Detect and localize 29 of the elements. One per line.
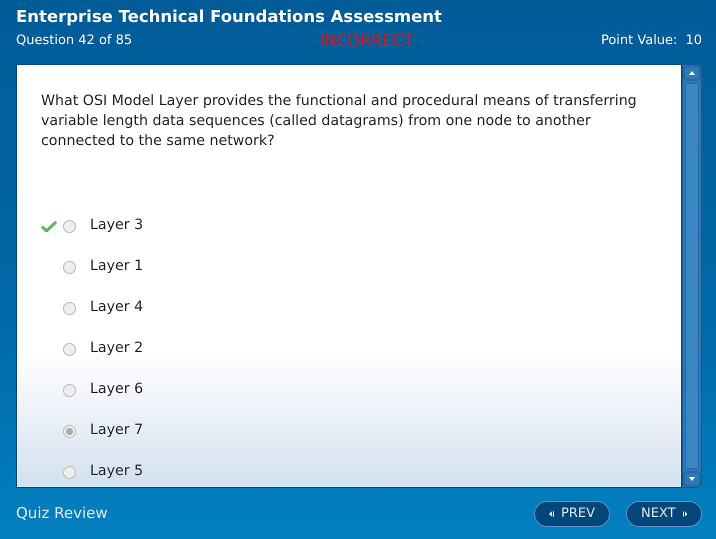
scroll-down-icon[interactable] [683, 471, 701, 487]
point-value-label: Point Value: [600, 32, 678, 50]
option-label[interactable]: Layer 2 [90, 338, 144, 360]
radio-button[interactable] [63, 466, 76, 478]
option-label[interactable]: Layer 4 [90, 297, 144, 319]
option-label[interactable]: Layer 3 [90, 215, 144, 237]
option-label[interactable]: Layer 1 [90, 256, 144, 278]
radio-button[interactable] [63, 220, 76, 232]
option-label[interactable]: Layer 5 [90, 461, 144, 483]
footer-label: Quiz Review [16, 503, 108, 524]
radio-button[interactable] [63, 424, 76, 438]
radio-button[interactable] [63, 384, 76, 396]
result-label: - INCORRECT - [308, 30, 424, 52]
radio-button[interactable] [63, 342, 76, 356]
option-label[interactable]: Layer 7 [90, 420, 144, 442]
point-value: 10 [685, 32, 702, 50]
previous-icon [549, 508, 554, 518]
prev-button[interactable]: PREV [534, 500, 610, 526]
question-counter: Question 42 of 85 [16, 32, 132, 50]
next-icon [682, 508, 687, 518]
question-text: What OSI Model Layer provides the functional and procedural means of transferring variable length data sequences (called datagrams) from one node to another connected to the same network? [41, 92, 638, 151]
scroll-thumb[interactable] [685, 83, 699, 469]
next-button[interactable]: NEXT [626, 500, 702, 526]
radio-button[interactable] [63, 302, 76, 314]
radio-button[interactable] [63, 260, 76, 274]
option-label[interactable]: Layer 6 [90, 379, 144, 401]
scrollbar[interactable] [682, 64, 702, 488]
quiz-title: Enterprise Technical Foundations Assessment [16, 6, 443, 28]
scroll-up-icon[interactable] [683, 65, 701, 81]
